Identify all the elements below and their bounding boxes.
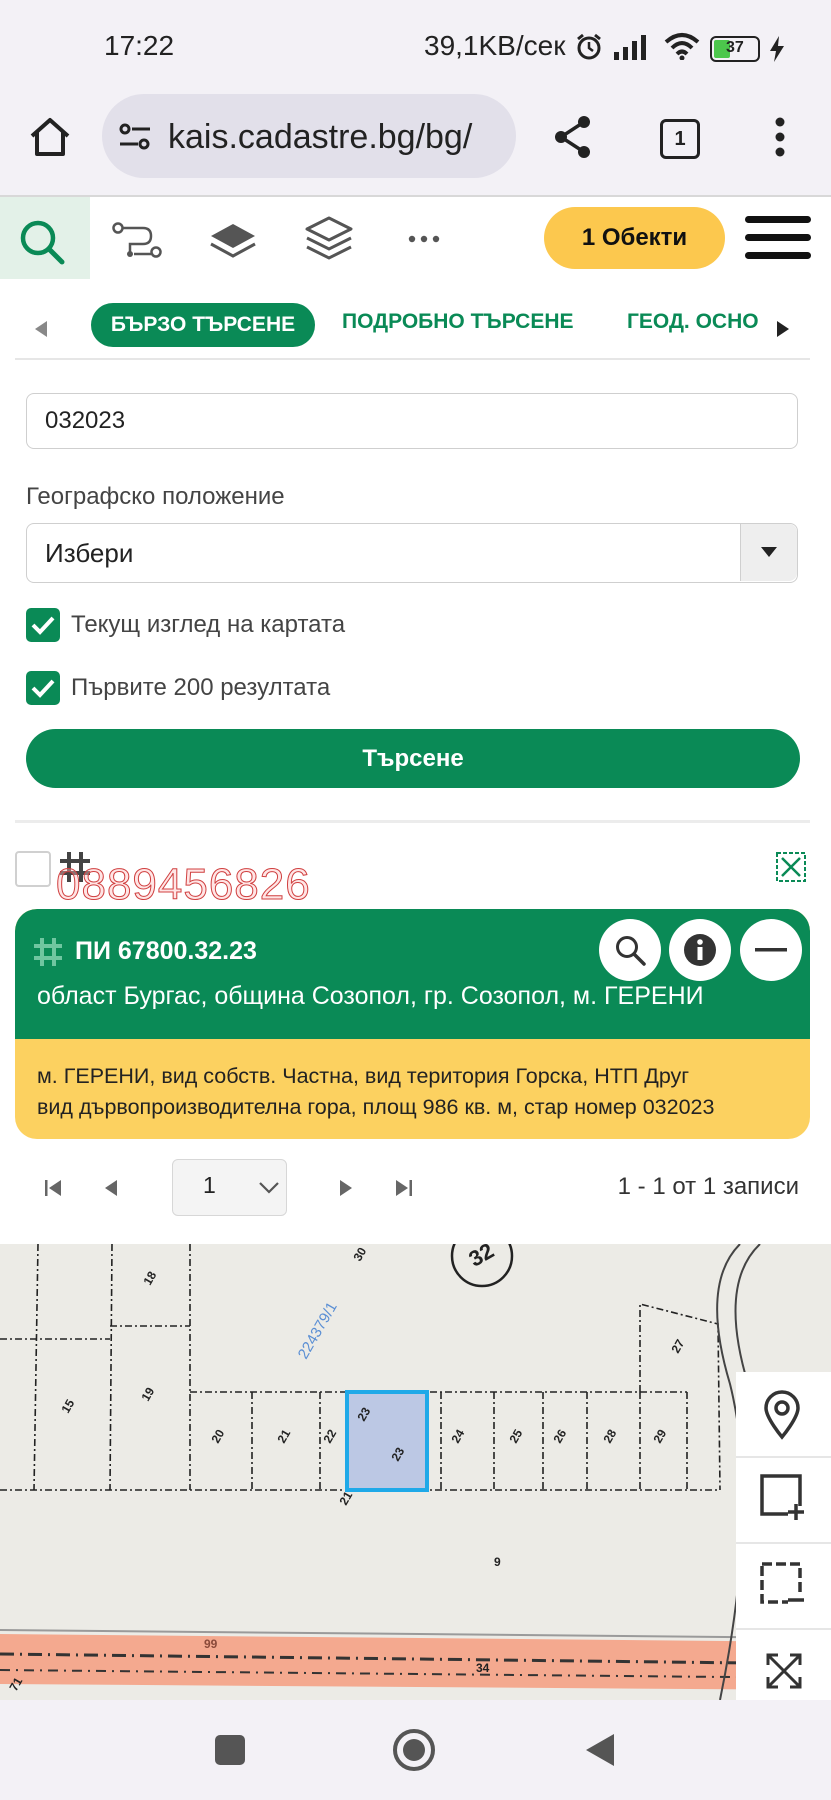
last-page-icon[interactable] <box>395 1178 413 1198</box>
more-horiz-icon[interactable] <box>408 233 440 245</box>
remove-area-selection-icon[interactable] <box>760 1562 810 1610</box>
tab-quick-search[interactable]: БЪРЗО ТЪРСЕНЕ <box>91 303 315 347</box>
check-icon <box>31 616 55 635</box>
tabs-scroll-left-icon[interactable] <box>34 320 48 338</box>
tabs-scroll-right-icon[interactable] <box>776 320 790 338</box>
page-select-value: 1 <box>203 1172 216 1198</box>
select-all-checkbox[interactable] <box>15 851 51 887</box>
site-settings-icon[interactable] <box>118 122 152 152</box>
recent-apps-icon[interactable] <box>214 1734 246 1766</box>
geo-select-value: Избери <box>45 538 134 568</box>
geo-location-select[interactable]: Избери <box>26 523 798 583</box>
checkbox-current-view-label: Текущ изглед на картата <box>71 611 346 638</box>
prev-page-icon[interactable] <box>104 1178 118 1198</box>
checkbox-first-200[interactable] <box>26 671 60 705</box>
result-address: област Бургас, община Созопол, гр. Созоп… <box>37 982 704 1010</box>
signal-icon <box>614 35 646 60</box>
share-icon[interactable] <box>552 114 594 160</box>
home-icon[interactable] <box>28 116 72 158</box>
pager-info: 1 - 1 от 1 записи <box>617 1173 799 1200</box>
geo-select-arrow[interactable] <box>740 524 797 581</box>
result-card[interactable]: ПИ 67800.32.23 област Бургас, община Соз… <box>15 909 810 1139</box>
magnifier-icon <box>616 936 646 966</box>
hamburger-menu-icon[interactable] <box>745 214 811 262</box>
objects-button[interactable]: 1 Обекти <box>544 207 725 269</box>
charging-icon <box>770 36 784 62</box>
add-area-selection-icon[interactable] <box>760 1474 810 1522</box>
chevron-down-icon <box>259 1182 279 1194</box>
first-page-icon[interactable] <box>44 1178 62 1198</box>
status-time: 17:22 <box>104 30 175 61</box>
parcel-label: 9 <box>494 1555 501 1569</box>
parcel-label: 34 <box>476 1661 490 1675</box>
caret-down-icon <box>761 547 777 557</box>
layers-icon[interactable] <box>303 214 355 264</box>
search-button[interactable]: Търсене <box>26 729 800 788</box>
result-description-line2: вид дървопроизводителна гора, площ 986 к… <box>37 1095 715 1119</box>
result-remove-button[interactable] <box>740 919 802 981</box>
result-description: м. ГЕРЕНИ, вид собств. Частна, вид терит… <box>37 1061 714 1123</box>
minus-icon <box>755 948 787 952</box>
result-card-header: ПИ 67800.32.23 област Бургас, община Соз… <box>15 909 810 1039</box>
parcel-label: 99 <box>204 1637 218 1651</box>
watermark-phone: 0889456826 <box>56 860 311 910</box>
result-info-button[interactable] <box>669 919 731 981</box>
back-nav-icon[interactable] <box>584 1732 616 1768</box>
battery-icon: 37 <box>710 36 760 62</box>
battery-level: 37 <box>726 39 744 56</box>
result-title: ПИ 67800.32.23 <box>75 937 257 965</box>
zoom-to-extent-icon[interactable] <box>776 852 806 882</box>
tabs-icon[interactable]: 1 <box>660 119 700 159</box>
checkbox-current-view[interactable] <box>26 608 60 642</box>
network-speed: 39,1KB/сек <box>424 30 566 61</box>
parcel-grid-icon <box>34 938 62 966</box>
location-pin-icon[interactable] <box>762 1390 802 1440</box>
status-bar: 17:22 39,1KB/сек 37 <box>0 0 831 92</box>
cadastral-map[interactable]: 32 18 30 15 19 27 20 21 22 23 23 24 25 2… <box>0 1244 831 1700</box>
info-icon <box>684 934 716 966</box>
geo-location-label: Географско положение <box>26 483 285 510</box>
more-vert-icon[interactable] <box>770 116 790 158</box>
home-nav-icon[interactable] <box>392 1728 436 1772</box>
map-canvas[interactable]: 32 18 30 15 19 27 20 21 22 23 23 24 25 2… <box>0 1244 831 1700</box>
check-icon <box>31 679 55 698</box>
route-icon[interactable] <box>112 220 164 260</box>
search-icon[interactable] <box>18 218 66 266</box>
fullscreen-icon[interactable] <box>764 1651 804 1691</box>
tab-detailed-search[interactable]: ПОДРОБНО ТЪРСЕНЕ <box>342 310 574 334</box>
checkbox-first-200-label: Първите 200 резултата <box>71 674 331 701</box>
alarm-icon <box>577 33 601 60</box>
tab-geodetic-base[interactable]: ГЕОД. ОСНОВА <box>627 310 759 334</box>
next-page-icon[interactable] <box>339 1178 353 1198</box>
result-zoom-button[interactable] <box>599 919 661 981</box>
page-select[interactable]: 1 <box>172 1159 287 1216</box>
search-input[interactable] <box>26 393 798 449</box>
wifi-icon <box>664 33 700 60</box>
url-text[interactable]: kais.cadastre.bg/bg/ <box>168 118 472 157</box>
result-description-line1: м. ГЕРЕНИ, вид собств. Частна, вид терит… <box>37 1064 690 1088</box>
layer-icon[interactable] <box>207 220 259 260</box>
